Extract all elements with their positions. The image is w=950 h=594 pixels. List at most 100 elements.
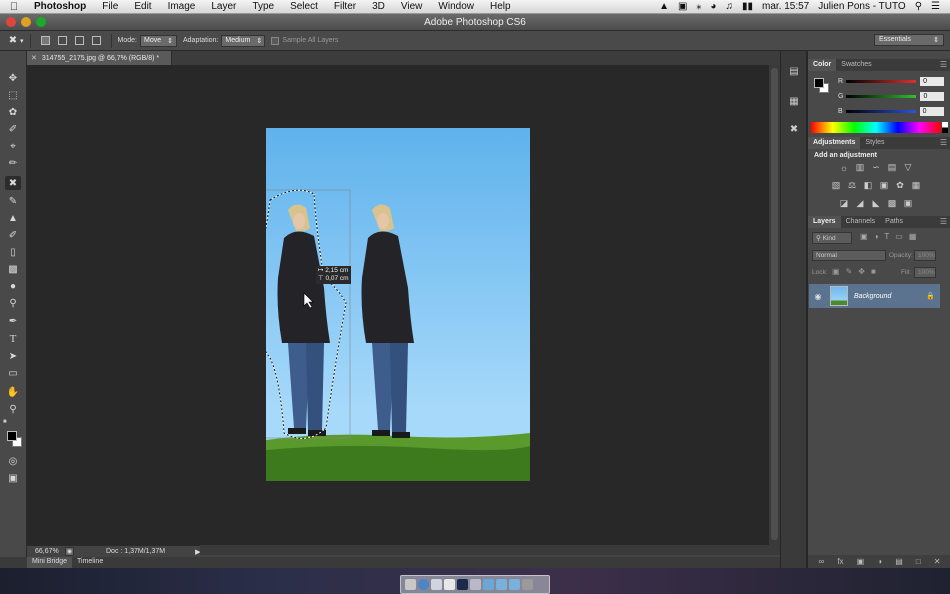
new-selection-icon[interactable] bbox=[40, 36, 50, 45]
invert-icon[interactable]: ◪ bbox=[838, 198, 850, 209]
visibility-eye-icon[interactable]: ◉ bbox=[809, 292, 827, 301]
lock-all-icon[interactable]: ■ bbox=[871, 267, 876, 276]
new-group-icon[interactable]: ▤ bbox=[895, 557, 903, 566]
menu-3d[interactable]: 3D bbox=[364, 1, 393, 12]
screen-mode-icon[interactable]: ▣ bbox=[5, 471, 21, 485]
history-brush-tool-icon[interactable]: ✐ bbox=[5, 228, 21, 242]
horizontal-scrollbar[interactable] bbox=[200, 545, 780, 555]
zoom-level[interactable]: 66,67% bbox=[27, 548, 61, 555]
downloads-folder-icon[interactable] bbox=[496, 579, 507, 590]
document-image[interactable]: ↦ 2,15 cm ⊤ 0,07 cm bbox=[266, 128, 530, 481]
posterize-icon[interactable]: ◢ bbox=[854, 198, 866, 209]
menu-edit[interactable]: Edit bbox=[126, 1, 159, 12]
bluetooth-icon[interactable]: ⁎ bbox=[696, 1, 701, 12]
panel-menu-icon[interactable]: ☰ bbox=[940, 138, 947, 147]
spotlight-icon[interactable]: ⚲ bbox=[915, 1, 922, 12]
documents-folder-icon[interactable] bbox=[509, 579, 520, 590]
tab-channels[interactable]: Channels bbox=[841, 216, 881, 228]
adaptation-select[interactable]: Medium ⇕ bbox=[221, 34, 266, 47]
threshold-icon[interactable]: ◣ bbox=[870, 198, 882, 209]
close-tab-icon[interactable]: ✕ bbox=[31, 54, 37, 62]
color-balance-icon[interactable]: ⚖ bbox=[846, 180, 858, 191]
sample-all-layers-checkbox[interactable] bbox=[271, 36, 280, 45]
pen-tool-icon[interactable]: ✒ bbox=[5, 314, 21, 328]
brightness-contrast-icon[interactable]: ☼ bbox=[838, 162, 850, 173]
close-window-button[interactable] bbox=[6, 17, 16, 27]
adobe-status-icon[interactable]: ▲ bbox=[659, 1, 669, 12]
filter-type-icon[interactable]: T bbox=[884, 232, 889, 241]
tab-styles[interactable]: Styles bbox=[860, 137, 889, 149]
filter-shape-icon[interactable]: ▭ bbox=[895, 232, 903, 241]
channel-mixer-icon[interactable]: ✿ bbox=[894, 180, 906, 191]
blur-tool-icon[interactable]: ● bbox=[5, 279, 21, 293]
green-slider[interactable] bbox=[846, 94, 917, 98]
gradient-tool-icon[interactable]: ▩ bbox=[5, 262, 21, 276]
brush-tool-icon[interactable]: ✎ bbox=[5, 194, 21, 208]
tab-timeline[interactable]: Timeline bbox=[72, 557, 108, 568]
canvas-area[interactable]: ↦ 2,15 cm ⊤ 0,07 cm bbox=[27, 65, 780, 545]
lock-transparent-icon[interactable]: ▣ bbox=[832, 267, 840, 276]
lock-position-icon[interactable]: ✥ bbox=[858, 267, 865, 276]
add-to-selection-icon[interactable] bbox=[57, 36, 67, 45]
minimize-window-button[interactable] bbox=[21, 17, 31, 27]
dropbox-icon[interactable]: ▣ bbox=[678, 1, 687, 12]
opacity-field[interactable]: 100% bbox=[914, 250, 936, 261]
dodge-tool-icon[interactable]: ⚲ bbox=[5, 296, 21, 310]
menu-help[interactable]: Help bbox=[482, 1, 519, 12]
curves-icon[interactable]: ∽ bbox=[870, 162, 882, 173]
filter-adjustment-icon[interactable]: ◑ bbox=[874, 232, 879, 241]
folder-icon[interactable] bbox=[483, 579, 494, 590]
layer-style-icon[interactable]: fx bbox=[837, 557, 843, 566]
tab-adjustments[interactable]: Adjustments bbox=[808, 137, 861, 149]
menu-layer[interactable]: Layer bbox=[203, 1, 244, 12]
color-lookup-icon[interactable]: ▦ bbox=[910, 180, 922, 191]
content-aware-move-tool-icon[interactable]: ✖ bbox=[6, 34, 20, 48]
filter-pixel-icon[interactable]: ▣ bbox=[860, 232, 868, 241]
hand-tool-icon[interactable]: ✋ bbox=[5, 385, 21, 399]
path-selection-tool-icon[interactable]: ➤ bbox=[5, 349, 21, 363]
layer-name[interactable]: Background bbox=[854, 293, 891, 300]
vibrance-icon[interactable]: ▽ bbox=[902, 162, 914, 173]
layer-mask-icon[interactable]: ▣ bbox=[857, 557, 865, 566]
menu-clock[interactable]: mar. 15:57 bbox=[762, 1, 809, 12]
exposure-icon[interactable]: ▤ bbox=[886, 162, 898, 173]
quick-mask-icon[interactable]: ◎ bbox=[5, 454, 21, 468]
eraser-tool-icon[interactable]: ▯ bbox=[5, 245, 21, 259]
tools-presets-icon[interactable]: ✖ bbox=[785, 121, 803, 137]
default-colors-icon[interactable]: ■ bbox=[3, 419, 7, 425]
link-layers-icon[interactable]: ∞ bbox=[819, 557, 825, 566]
scroll-thumb[interactable] bbox=[771, 68, 778, 540]
system-preferences-icon[interactable] bbox=[470, 579, 481, 590]
menu-file[interactable]: File bbox=[94, 1, 126, 12]
menu-type[interactable]: Type bbox=[244, 1, 282, 12]
filter-smart-icon[interactable]: ▦ bbox=[909, 232, 917, 241]
battery-icon[interactable]: ▮▮ bbox=[742, 1, 753, 12]
color-fg-swatch[interactable] bbox=[814, 78, 824, 88]
black-white-icon[interactable]: ◧ bbox=[862, 180, 874, 191]
menu-user[interactable]: Julien Pons - TUTO bbox=[818, 1, 905, 12]
panel-menu-icon[interactable]: ☰ bbox=[940, 60, 947, 69]
blue-slider[interactable] bbox=[845, 109, 916, 113]
tab-layers[interactable]: Layers bbox=[808, 216, 841, 228]
preview-icon[interactable] bbox=[444, 579, 455, 590]
zoom-window-button[interactable] bbox=[36, 17, 46, 27]
crop-tool-icon[interactable]: ⌖ bbox=[5, 139, 21, 153]
green-value[interactable]: 0 bbox=[920, 91, 945, 101]
red-value[interactable]: 0 bbox=[920, 76, 945, 86]
mail-icon[interactable] bbox=[431, 579, 442, 590]
finder-icon[interactable] bbox=[405, 579, 416, 590]
layer-row-background[interactable]: ◉ Background 🔒 bbox=[809, 284, 940, 308]
document-tab[interactable]: ✕ 314755_2175.jpg @ 66,7% (RGB/8) * bbox=[27, 51, 172, 65]
foreground-color-swatch[interactable] bbox=[7, 431, 17, 441]
vertical-scrollbar[interactable] bbox=[769, 65, 780, 545]
tool-preset-chevron-icon[interactable]: ▾ bbox=[20, 37, 24, 45]
notification-list-icon[interactable]: ☰ bbox=[931, 1, 940, 12]
wifi-icon[interactable]: ◕ bbox=[710, 1, 716, 12]
menu-window[interactable]: Window bbox=[430, 1, 482, 12]
levels-icon[interactable]: ▥ bbox=[854, 162, 866, 173]
hue-saturation-icon[interactable]: ▧ bbox=[830, 180, 842, 191]
mode-select[interactable]: Move ⇕ bbox=[139, 34, 177, 47]
subtract-from-selection-icon[interactable] bbox=[74, 36, 84, 45]
gradient-map-icon[interactable]: ▩ bbox=[886, 198, 898, 209]
color-spectrum-ramp[interactable] bbox=[811, 122, 941, 133]
